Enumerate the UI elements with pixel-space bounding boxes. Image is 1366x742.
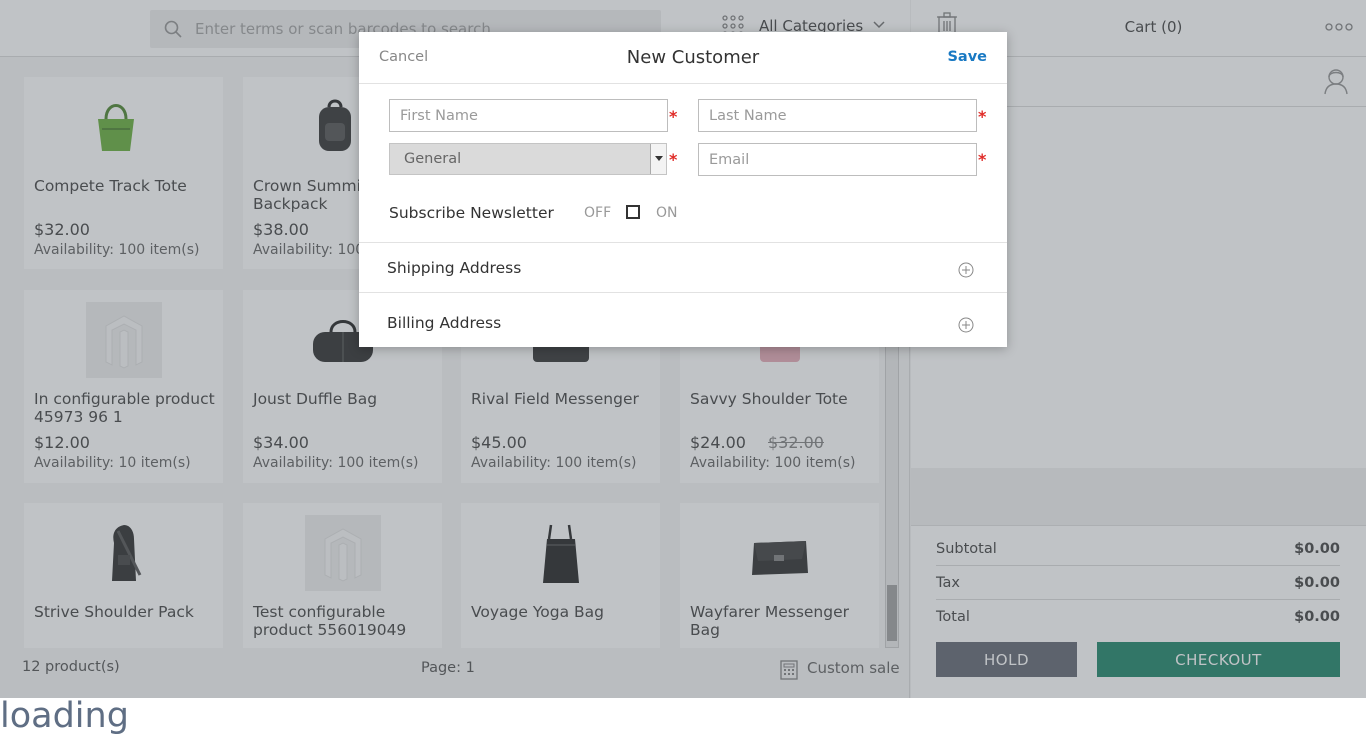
last-name-field[interactable]: [698, 99, 977, 132]
email-field[interactable]: [698, 143, 977, 176]
newsletter-off-label: OFF: [584, 205, 612, 221]
modal-title: New Customer: [626, 47, 760, 68]
shipping-address-section[interactable]: Shipping Address: [359, 242, 1007, 292]
billing-address-label: Billing Address: [387, 314, 502, 332]
expand-plus-icon[interactable]: [958, 317, 974, 333]
email-input[interactable]: [699, 144, 976, 175]
customer-group-select[interactable]: General: [389, 143, 667, 175]
select-arrow[interactable]: [650, 144, 666, 174]
required-marker: *: [669, 150, 678, 169]
modal-header: Cancel New Customer Save: [359, 32, 1007, 84]
newsletter-toggle: Subscribe Newsletter OFF ON: [389, 202, 709, 226]
shipping-address-label: Shipping Address: [387, 259, 522, 277]
required-marker: *: [669, 107, 678, 126]
newsletter-on-label: ON: [656, 205, 678, 221]
required-marker: *: [978, 150, 987, 169]
loading-text: loading: [0, 696, 129, 736]
new-customer-modal: Cancel New Customer Save * * General * *…: [359, 32, 1007, 347]
pos-app: All Categories Compete Track Tote$32.00A…: [0, 0, 1366, 698]
first-name-field[interactable]: [389, 99, 668, 132]
caret-down-icon: [655, 156, 663, 161]
required-marker: *: [978, 107, 987, 126]
newsletter-checkbox[interactable]: [626, 205, 640, 219]
newsletter-label: Subscribe Newsletter: [389, 204, 554, 222]
expand-plus-icon[interactable]: [958, 262, 974, 278]
first-name-input[interactable]: [390, 100, 667, 131]
save-button[interactable]: Save: [947, 49, 987, 65]
last-name-input[interactable]: [699, 100, 976, 131]
billing-address-section[interactable]: Billing Address: [359, 292, 1007, 347]
customer-group-value: General: [404, 151, 462, 167]
